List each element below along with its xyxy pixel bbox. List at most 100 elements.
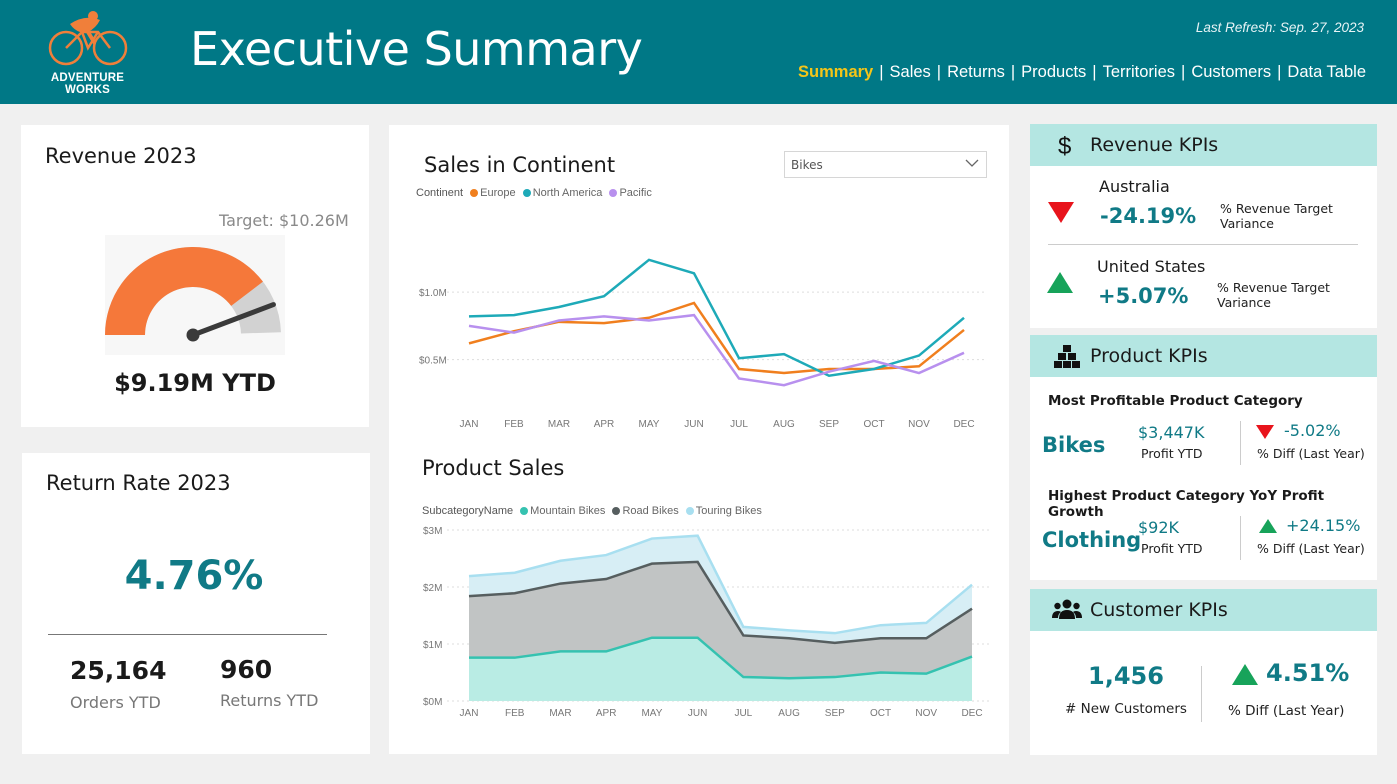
nav-sales[interactable]: Sales <box>890 63 931 81</box>
subcategory-legend: SubcategoryName Mountain Bikes Road Bike… <box>422 505 762 517</box>
kpi-country-us: United States <box>1097 257 1206 276</box>
most-profitable-profit: $3,447K <box>1138 423 1205 442</box>
kpi-label-line: Variance <box>1217 295 1271 310</box>
divider <box>48 634 327 635</box>
nav-territories[interactable]: Territories <box>1103 63 1175 81</box>
nav-separator: | <box>1092 63 1097 81</box>
last-refresh-text: Last Refresh: Sep. 27, 2023 <box>1195 20 1364 35</box>
y-tick-label: $0.5M <box>419 356 447 367</box>
charts-card: Sales in Continent Bikes Continent Europ… <box>389 125 1009 754</box>
orders-ytd-label: Orders YTD <box>70 693 161 712</box>
customers-diff-label: % Diff (Last Year) <box>1228 703 1345 719</box>
return-rate-value: 4.76% <box>124 553 264 599</box>
x-tick-label: OCT <box>863 419 884 430</box>
returns-ytd-value: 960 <box>220 655 273 684</box>
sales-continent-chart: $1.0M $0.5M JAN FEB MAR APR MAY JUN JUL AUG SEP OCT… <box>419 258 984 430</box>
nav-data-table[interactable]: Data Table <box>1287 63 1366 81</box>
legend-dot <box>685 507 694 515</box>
x-tick-label: MAR <box>548 419 570 430</box>
kpi-label-line: Variance <box>1220 216 1274 231</box>
kpi-label: % Revenue Target Variance <box>1217 280 1330 310</box>
legend-dot <box>612 507 621 515</box>
divider <box>1240 421 1241 465</box>
x-tick-label: JAN <box>460 419 479 430</box>
revenue-gauge <box>105 235 285 355</box>
profit-ytd-label: Profit YTD <box>1141 541 1203 556</box>
product-kpis-header: Product KPIs <box>1030 335 1377 377</box>
kpi-label-line: % Revenue Target <box>1220 201 1333 216</box>
product-kpis-title: Product KPIs <box>1090 345 1208 367</box>
svg-text:$: $ <box>1058 133 1071 158</box>
revenue-kpis-body: Australia -24.19% % Revenue Target Varian… <box>1030 166 1377 328</box>
nav-products[interactable]: Products <box>1021 63 1086 81</box>
product-sales-title: Product Sales <box>422 456 565 480</box>
y-tick-label: $3M <box>423 526 442 537</box>
customer-kpis-header: Customer KPIs <box>1030 589 1377 631</box>
nav-separator: | <box>936 63 942 81</box>
users-icon <box>1052 599 1082 619</box>
return-rate-title: Return Rate 2023 <box>46 471 231 495</box>
dropdown-value: Bikes <box>791 158 823 172</box>
new-customers-label: # New Customers <box>1065 701 1187 717</box>
diff-last-year-label: % Diff (Last Year) <box>1257 541 1365 556</box>
legend-mountain-bikes[interactable]: Mountain Bikes <box>530 505 605 517</box>
x-tick-label: NOV <box>908 419 930 430</box>
revenue-kpis-header: $ Revenue KPIs <box>1030 124 1377 166</box>
kpi-country-australia: Australia <box>1099 177 1170 196</box>
down-arrow-icon <box>1048 202 1074 223</box>
revenue-ytd-value: $9.19M YTD <box>114 369 276 397</box>
nav-customers[interactable]: Customers <box>1191 63 1271 81</box>
y-tick-label: $0M <box>423 697 442 708</box>
highest-growth-profit: $92K <box>1138 518 1180 537</box>
customer-kpis-body: 1,456 # New Customers 4.51% % Diff (Last… <box>1030 631 1377 755</box>
x-tick-label: APR <box>596 708 617 719</box>
product-kpis-body: Most Profitable Product Category Bikes $… <box>1030 377 1377 580</box>
kpi-label-line: % Revenue Target <box>1217 280 1330 295</box>
y-tick-label: $1.0M <box>419 288 447 299</box>
category-dropdown[interactable]: Bikes <box>784 151 987 178</box>
x-tick-label: FEB <box>505 708 525 719</box>
revenue-card: Revenue 2023 Target: $10.26M $9.19M YTD <box>21 125 369 427</box>
revenue-title: Revenue 2023 <box>45 144 197 168</box>
most-profitable-diff: -5.02% <box>1284 421 1341 440</box>
x-tick-label: NOV <box>915 708 937 719</box>
diff-last-year-label: % Diff (Last Year) <box>1257 446 1365 461</box>
legend-dot <box>520 507 529 515</box>
customers-diff-value: 4.51% <box>1266 659 1350 687</box>
x-tick-label: SEP <box>825 708 845 719</box>
nav-separator: | <box>1010 63 1016 81</box>
nav-separator: | <box>879 63 884 81</box>
nav-menu: Summary | Sales | Returns | Products | Territori… <box>798 63 1366 82</box>
nav-summary[interactable]: Summary <box>798 63 873 81</box>
most-profitable-heading: Most Profitable Product Category <box>1048 393 1303 409</box>
x-tick-label: JUL <box>734 708 752 719</box>
x-tick-label: JUN <box>684 419 703 430</box>
x-tick-label: APR <box>594 419 615 430</box>
chevron-down-icon <box>965 159 979 167</box>
legend-touring-bikes[interactable]: Touring Bikes <box>696 505 762 517</box>
logo-text: ADVENTURE WORKS <box>50 72 125 96</box>
legend-road-bikes[interactable]: Road Bikes <box>622 505 678 517</box>
x-tick-label: OCT <box>870 708 891 719</box>
orders-ytd-value: 25,164 <box>70 656 167 685</box>
sales-continent-title: Sales in Continent <box>424 153 616 177</box>
y-tick-label: $2M <box>423 583 442 594</box>
kpi-label: % Revenue Target Variance <box>1220 201 1333 231</box>
x-tick-label: JUN <box>688 708 707 719</box>
header-bar: ADVENTURE WORKS Executive Summary Last R… <box>0 0 1397 104</box>
series-line-pacific[interactable] <box>468 313 965 387</box>
revenue-target-label: Target: $10.26M <box>219 211 349 230</box>
divider <box>1201 666 1202 722</box>
revenue-kpis-title: Revenue KPIs <box>1090 134 1219 156</box>
x-tick-label: AUG <box>778 708 800 719</box>
divider <box>1240 516 1241 560</box>
most-profitable-category: Bikes <box>1042 433 1106 457</box>
returns-ytd-label: Returns YTD <box>220 691 319 710</box>
x-tick-label: MAY <box>639 419 660 430</box>
series-line-north-america[interactable] <box>468 258 965 378</box>
nav-returns[interactable]: Returns <box>947 63 1005 81</box>
kpi-value-australia: -24.19% <box>1100 204 1197 228</box>
x-tick-label: JUL <box>730 419 748 430</box>
divider <box>1048 244 1358 245</box>
x-tick-label: SEP <box>819 419 839 430</box>
